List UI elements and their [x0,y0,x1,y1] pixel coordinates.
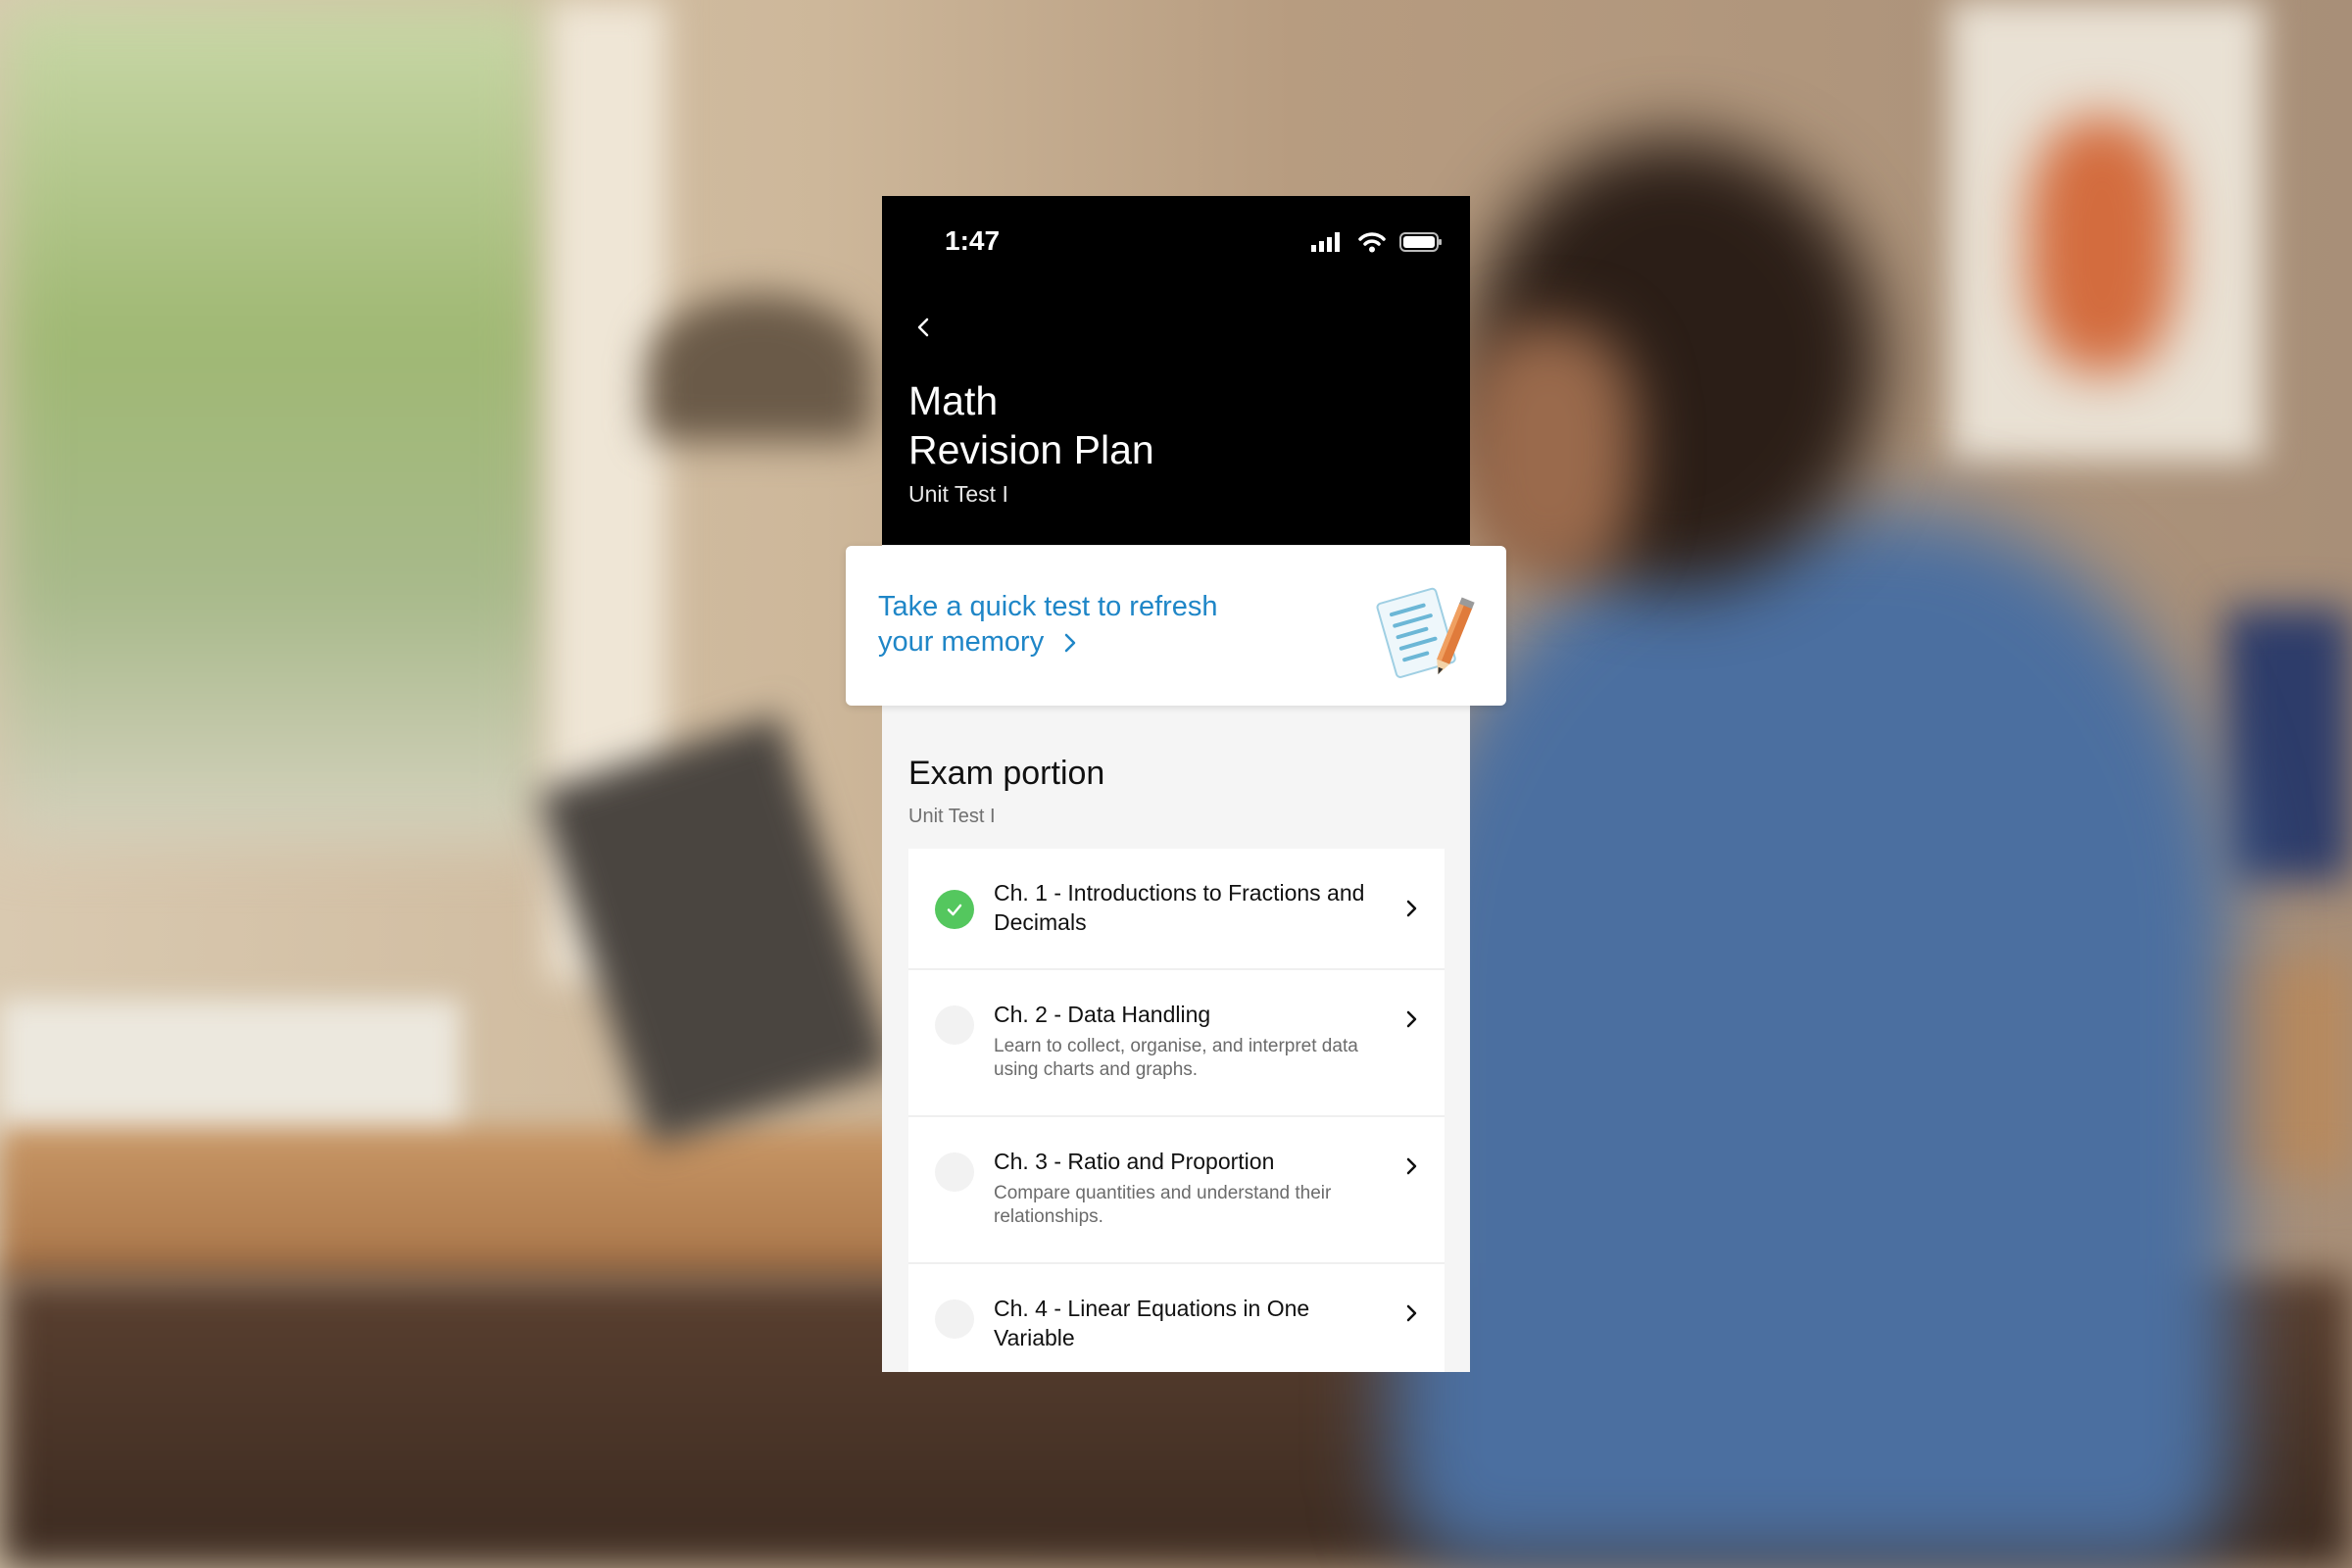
chapter-item[interactable]: Ch. 2 - Data Handling Learn to collect, … [908,970,1445,1117]
chapter-item[interactable]: Ch. 3 - Ratio and Proportion Compare qua… [908,1117,1445,1264]
quick-test-text-line-1: Take a quick test to refresh [878,591,1218,622]
incomplete-circle-icon [935,1005,974,1045]
incomplete-circle-icon [935,1152,974,1192]
status-time: 1:47 [945,225,1001,256]
chevron-left-icon [917,318,929,337]
chevron-right-icon [1065,634,1076,653]
phone-screen: 1:47 Math Revision Plan Unit Test I Exam… [882,196,1470,1372]
chapter-title: Ch. 4 - Linear Equations in One Variable [994,1296,1310,1350]
header: 1:47 Math Revision Plan Unit Test I [882,196,1470,545]
chapter-list: Ch. 1 - Introductions to Fractions and D… [908,849,1445,1372]
chevron-right-icon [1406,1157,1417,1175]
chapter-description: Learn to collect, organise, and interpre… [994,1036,1358,1080]
chapter-description: Compare quantities and understand their … [994,1183,1332,1227]
section-subtitle: Unit Test I [908,806,996,827]
incomplete-circle-icon [935,1299,974,1339]
chevron-right-icon [1406,1304,1417,1322]
chapter-item[interactable]: Ch. 1 - Introductions to Fractions and D… [908,849,1445,970]
chevron-right-icon [1406,1010,1417,1028]
chapter-item[interactable]: Ch. 4 - Linear Equations in One Variable [908,1264,1445,1372]
chapter-title: Ch. 1 - Introductions to Fractions and D… [994,880,1365,935]
battery-icon [1399,232,1442,252]
wifi-icon [1358,232,1386,253]
quick-test-card[interactable]: Take a quick test to refresh your memory [846,546,1506,706]
page-title-line-2: Revision Plan [908,427,1154,472]
chapter-title: Ch. 3 - Ratio and Proportion [994,1149,1275,1174]
chapter-title: Ch. 2 - Data Handling [994,1002,1211,1027]
status-icons [1311,231,1443,253]
test-paper-pencil-icon [1376,587,1475,678]
quick-test-text-line-2: your memory [878,626,1045,658]
quick-test-link[interactable]: Take a quick test to refresh your memory [878,589,1299,660]
completed-check-icon [935,890,974,929]
page-subtitle: Unit Test I [908,481,1008,507]
chevron-right-icon [1406,900,1417,917]
back-button[interactable] [904,308,943,347]
page-title: Math Revision Plan [908,376,1154,474]
signal-icon [1311,232,1340,252]
section-title: Exam portion [908,755,1105,792]
page-title-line-1: Math [908,378,999,423]
